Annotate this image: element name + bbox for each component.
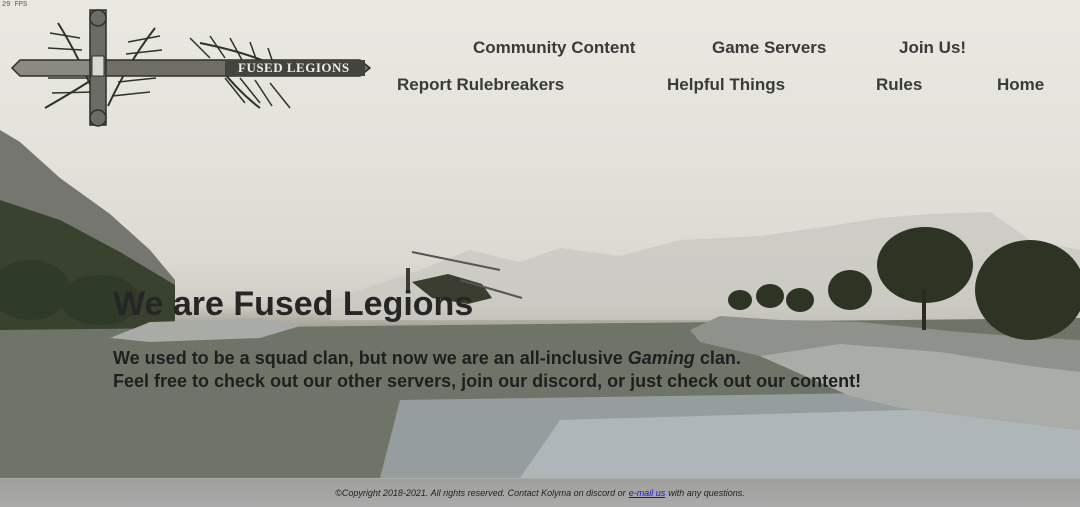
site-logo[interactable]: FUSED LEGIONS bbox=[10, 8, 372, 130]
nav-helpful-things[interactable]: Helpful Things bbox=[667, 75, 785, 95]
footer: ©Copyright 2018-2021. All rights reserve… bbox=[0, 479, 1080, 507]
nav-rules[interactable]: Rules bbox=[876, 75, 922, 95]
nav-home[interactable]: Home bbox=[997, 75, 1044, 95]
hero-line-1-start: We used to be a squad clan, but now we a… bbox=[113, 348, 628, 368]
nav-game-servers[interactable]: Game Servers bbox=[712, 38, 826, 58]
fps-counter: 29 FPS bbox=[2, 1, 28, 9]
hero-line-2: Feel free to check out our other servers… bbox=[113, 371, 862, 391]
hero-line-1: We used to be a squad clan, but now we a… bbox=[113, 348, 741, 369]
logo-text: FUSED LEGIONS bbox=[238, 60, 350, 75]
nav-report-rulebreakers[interactable]: Report Rulebreakers bbox=[397, 75, 564, 95]
footer-copyright: ©Copyright 2018-2021. All rights reserve… bbox=[335, 488, 626, 498]
hero-line-1-emphasis: Gaming bbox=[627, 348, 695, 368]
footer-questions-text: with any questions. bbox=[668, 488, 745, 498]
hero-title: We are Fused Legions bbox=[113, 285, 474, 323]
nav-join-us[interactable]: Join Us! bbox=[899, 38, 966, 58]
nav-community-content[interactable]: Community Content bbox=[473, 38, 635, 58]
footer-email-link[interactable]: e-mail us bbox=[629, 488, 666, 498]
hero-line-1-end: clan. bbox=[694, 348, 741, 368]
